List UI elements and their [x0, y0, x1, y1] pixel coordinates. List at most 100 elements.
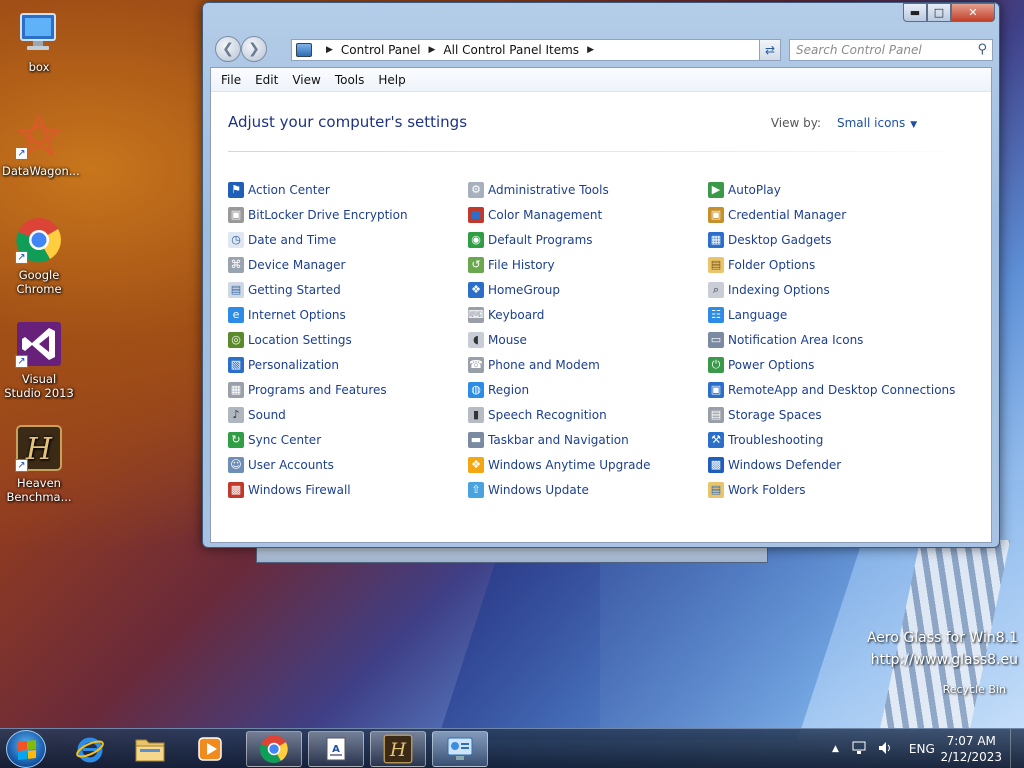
view-by-label: View by:	[770, 116, 821, 130]
taskbar-chrome[interactable]	[246, 731, 302, 767]
taskbar-heaven[interactable]: H	[370, 731, 426, 767]
cp-item-label: Notification Area Icons	[728, 332, 864, 347]
cp-item-administrative-tools[interactable]: ⚙ Administrative Tools	[468, 177, 708, 202]
sync-icon: ↻	[228, 431, 244, 448]
volume-icon[interactable]	[877, 740, 893, 759]
cp-item-color-management[interactable]: ■ Color Management	[468, 202, 708, 227]
cp-item-region[interactable]: ◍ Region	[468, 377, 708, 402]
maximize-button[interactable]: □	[927, 3, 951, 22]
back-button[interactable]: ❮	[215, 36, 241, 62]
cp-item-windows-defender[interactable]: ▩ Windows Defender	[708, 452, 948, 477]
network-icon[interactable]	[851, 740, 867, 759]
search-icon[interactable]: ⚲	[977, 42, 987, 57]
cp-item-sync-center[interactable]: ↻ Sync Center	[228, 427, 468, 452]
show-desktop-button[interactable]	[1010, 729, 1024, 768]
cp-item-windows-anytime-upgrade[interactable]: ❖ Windows Anytime Upgrade	[468, 452, 708, 477]
cp-item-phone-and-modem[interactable]: ☎ Phone and Modem	[468, 352, 708, 377]
cp-item-internet-options[interactable]: e Internet Options	[228, 302, 468, 327]
cp-item-credential-manager[interactable]: ▣ Credential Manager	[708, 202, 948, 227]
language-indicator[interactable]: ENG	[909, 742, 935, 756]
desktop-icon-datawagon[interactable]: ↗ DataWagon...	[2, 112, 80, 178]
cp-item-work-folders[interactable]: ▤ Work Folders	[708, 477, 948, 502]
taskbar-wordpad[interactable]: A	[308, 731, 364, 767]
mouse-icon: ◖	[468, 331, 484, 348]
close-button[interactable]: ✕	[951, 3, 995, 22]
menu-view[interactable]: View	[286, 73, 326, 87]
cp-item-getting-started[interactable]: ▤ Getting Started	[228, 277, 468, 302]
desktop-icon-chrome[interactable]: ↗ Google Chrome	[2, 216, 76, 296]
desktop-icon-box[interactable]: box	[2, 8, 76, 74]
taskbar-media-player[interactable]	[182, 731, 238, 767]
menu-help[interactable]: Help	[372, 73, 411, 87]
cp-item-troubleshooting[interactable]: ⚒ Troubleshooting	[708, 427, 948, 452]
address-bar[interactable]: ▶ Control Panel ▶ All Control Panel Item…	[291, 39, 779, 61]
cp-item-label: Troubleshooting	[728, 432, 824, 447]
menu-file[interactable]: File	[215, 73, 247, 87]
cp-item-storage-spaces[interactable]: ▤ Storage Spaces	[708, 402, 948, 427]
cp-item-windows-firewall[interactable]: ▩ Windows Firewall	[228, 477, 468, 502]
desktop-icon-visual-studio[interactable]: ↗ Visual Studio 2013	[2, 320, 76, 400]
menu-tools[interactable]: Tools	[329, 73, 371, 87]
heaven-benchmark-icon: H ↗	[15, 424, 63, 472]
cp-item-language[interactable]: ☷ Language	[708, 302, 948, 327]
cp-item-default-programs[interactable]: ◉ Default Programs	[468, 227, 708, 252]
cp-item-homegroup[interactable]: ❖ HomeGroup	[468, 277, 708, 302]
cp-item-bitlocker-drive-encryption[interactable]: ▣ BitLocker Drive Encryption	[228, 202, 468, 227]
breadcrumb-arrow-icon[interactable]: ▶	[429, 45, 436, 55]
breadcrumb-all-items[interactable]: All Control Panel Items	[443, 43, 579, 57]
forward-button[interactable]: ❯	[241, 36, 267, 62]
desktop-icon-heaven[interactable]: H ↗ Heaven Benchma...	[2, 424, 76, 504]
cp-item-programs-and-features[interactable]: ▦ Programs and Features	[228, 377, 468, 402]
desktop-icon-label: DataWagon...	[2, 164, 80, 178]
firewall-icon: ▩	[228, 481, 244, 498]
cp-item-label: Windows Defender	[728, 457, 842, 472]
cp-item-speech-recognition[interactable]: ▮ Speech Recognition	[468, 402, 708, 427]
cp-item-mouse[interactable]: ◖ Mouse	[468, 327, 708, 352]
cp-item-device-manager[interactable]: ⌘ Device Manager	[228, 252, 468, 277]
internet-options-icon: e	[228, 306, 244, 323]
cp-item-user-accounts[interactable]: ☺ User Accounts	[228, 452, 468, 477]
view-by-dropdown[interactable]: Small icons ▼	[837, 116, 917, 130]
power-icon: ⏻	[708, 356, 724, 373]
clock[interactable]: 7:07 AM 2/12/2023	[940, 733, 1002, 765]
cp-item-sound[interactable]: ♪ Sound	[228, 402, 468, 427]
breadcrumb-arrow-icon[interactable]: ▶	[326, 45, 333, 55]
cp-item-desktop-gadgets[interactable]: ▦ Desktop Gadgets	[708, 227, 948, 252]
breadcrumb-control-panel[interactable]: Control Panel	[341, 43, 421, 57]
cp-item-file-history[interactable]: ↺ File History	[468, 252, 708, 277]
recycle-bin-label[interactable]: Recycle Bin	[943, 683, 1006, 696]
breadcrumb-arrow-icon[interactable]: ▶	[587, 45, 594, 55]
menu-edit[interactable]: Edit	[249, 73, 284, 87]
cp-item-folder-options[interactable]: ▤ Folder Options	[708, 252, 948, 277]
cp-item-location-settings[interactable]: ◎ Location Settings	[228, 327, 468, 352]
media-player-icon	[198, 737, 222, 761]
cp-item-action-center[interactable]: ⚑ Action Center	[228, 177, 468, 202]
cp-item-label: Default Programs	[488, 232, 593, 247]
taskbar-control-panel[interactable]	[432, 731, 488, 767]
work-folders-icon: ▤	[708, 481, 724, 498]
cp-item-personalization[interactable]: ▧ Personalization	[228, 352, 468, 377]
search-input[interactable]: Search Control Panel ⚲	[789, 39, 993, 61]
cp-item-autoplay[interactable]: ▶ AutoPlay	[708, 177, 948, 202]
minimize-button[interactable]: ▬	[903, 3, 927, 22]
cp-item-label: Internet Options	[248, 307, 346, 322]
cp-item-label: Personalization	[248, 357, 339, 372]
taskbar-ie[interactable]	[62, 731, 118, 767]
cp-item-taskbar-and-navigation[interactable]: ▬ Taskbar and Navigation	[468, 427, 708, 452]
cp-item-remoteapp-and-desktop-connections[interactable]: ▣ RemoteApp and Desktop Connections	[708, 377, 955, 402]
cp-item-indexing-options[interactable]: ⌕ Indexing Options	[708, 277, 948, 302]
clock-icon: ◷	[228, 231, 244, 248]
cp-item-power-options[interactable]: ⏻ Power Options	[708, 352, 948, 377]
cp-item-label: Windows Firewall	[248, 482, 351, 497]
cp-item-keyboard[interactable]: ⌨ Keyboard	[468, 302, 708, 327]
show-hidden-icons-icon[interactable]: ▲	[832, 744, 839, 754]
cp-item-notification-area-icons[interactable]: ▭ Notification Area Icons	[708, 327, 948, 352]
phone-modem-icon: ☎	[468, 356, 484, 373]
watermark-title: Aero Glass for Win8.1	[866, 630, 1018, 646]
cp-item-windows-update[interactable]: ⇧ Windows Update	[468, 477, 708, 502]
start-button[interactable]	[6, 730, 46, 768]
taskbar-file-explorer[interactable]	[122, 731, 178, 767]
cp-item-date-and-time[interactable]: ◷ Date and Time	[228, 227, 468, 252]
shortcut-arrow-icon: ↗	[15, 459, 28, 472]
refresh-button[interactable]: ⇄	[759, 39, 781, 61]
